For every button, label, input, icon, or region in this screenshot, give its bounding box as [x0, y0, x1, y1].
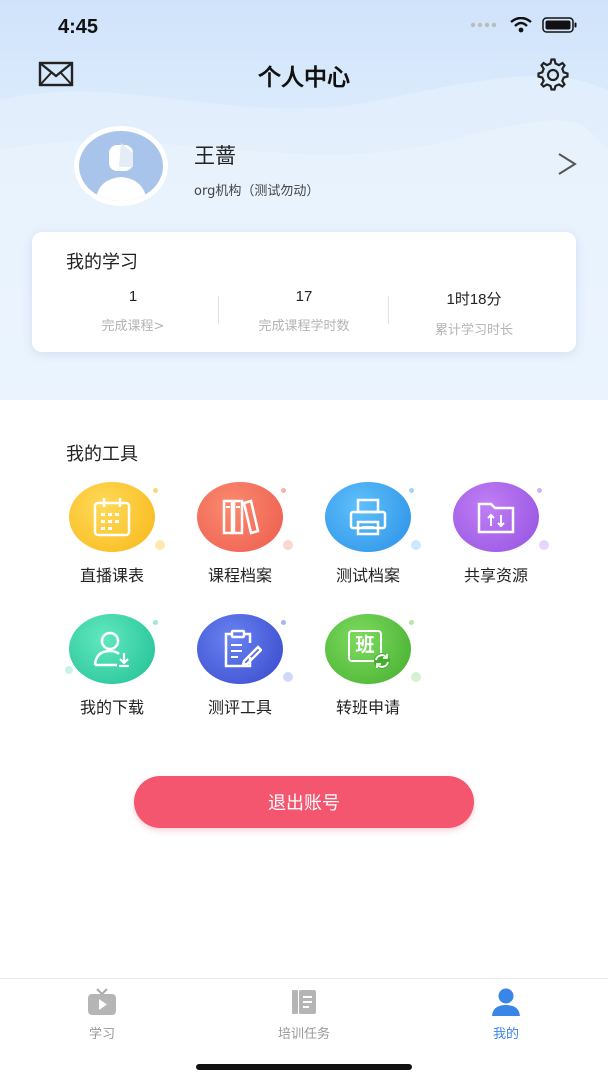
- tools-title: 我的工具: [66, 444, 138, 465]
- tool-my-downloads[interactable]: 我的下载: [52, 614, 172, 724]
- decor-dot: [409, 488, 414, 493]
- decor-dot: [539, 540, 549, 550]
- status-bar: 4:45: [0, 0, 608, 56]
- status-icons: [470, 16, 578, 34]
- class-transfer-icon: 班: [325, 614, 411, 684]
- books-icon: [197, 482, 283, 552]
- stat-course-hours: 17 完成课程学时数: [219, 288, 389, 334]
- decor-dot: [283, 672, 293, 682]
- wifi-icon: [510, 17, 532, 33]
- page-title: 个人中心: [258, 65, 350, 91]
- decor-dot: [537, 488, 542, 493]
- tab-training-tasks[interactable]: 培训任务: [244, 987, 364, 1042]
- tool-class-transfer[interactable]: 班 转班申请: [308, 614, 428, 724]
- stat-completed-courses[interactable]: 1 完成课程>: [48, 288, 218, 334]
- tool-live-schedule[interactable]: 直播课表: [52, 482, 172, 592]
- status-time: 4:45: [58, 16, 99, 38]
- calendar-icon: [69, 482, 155, 552]
- user-download-icon: [69, 614, 155, 684]
- decor-dot: [153, 620, 158, 625]
- tab-label: 学习: [88, 1027, 115, 1042]
- tab-mine[interactable]: 我的: [446, 987, 566, 1042]
- profile-section[interactable]: 王蔷 org机构（测试勿动）: [0, 122, 608, 212]
- tool-label: 测评工具: [207, 698, 272, 717]
- avatar[interactable]: [74, 126, 168, 206]
- my-study-card: 我的学习 1 完成课程> 17 完成课程学时数 1时18分 累计学习时长: [32, 232, 576, 352]
- stat-value: 1时18分: [446, 291, 502, 308]
- decor-dot: [281, 488, 286, 493]
- decor-dot: [155, 540, 165, 550]
- tab-study[interactable]: 学习: [42, 987, 162, 1042]
- logout-button[interactable]: 退出账号: [134, 776, 474, 828]
- user-name: 王蔷: [194, 144, 236, 168]
- tool-label: 课程档案: [207, 566, 272, 585]
- tool-test-archive[interactable]: 测试档案: [308, 482, 428, 592]
- tool-shared-resources[interactable]: 共享资源: [436, 482, 556, 592]
- study-title: 我的学习: [66, 252, 138, 273]
- printer-icon: [325, 482, 411, 552]
- tool-course-archive[interactable]: 课程档案: [180, 482, 300, 592]
- decor-dot: [65, 666, 73, 674]
- tool-evaluation[interactable]: 测评工具: [180, 614, 300, 724]
- tool-label: 测试档案: [335, 566, 400, 585]
- stat-value: 17: [295, 288, 313, 305]
- section-divider: [12, 372, 596, 373]
- gear-icon[interactable]: [536, 58, 570, 96]
- chevron-right-icon[interactable]: [556, 152, 578, 180]
- tab-label: 培训任务: [277, 1027, 330, 1042]
- stat-label: 完成课程学时数: [258, 319, 350, 334]
- battery-icon: [542, 17, 577, 33]
- signal-icon: [470, 22, 497, 28]
- decor-dot: [411, 672, 421, 682]
- tool-label: 我的下载: [79, 698, 144, 717]
- stat-value: 1: [128, 288, 138, 305]
- decor-dot: [281, 620, 286, 625]
- decor-dot: [409, 620, 414, 625]
- tab-label: 我的: [492, 1027, 519, 1042]
- tool-label: 转班申请: [335, 698, 400, 717]
- nav-bar: 个人中心: [0, 52, 608, 96]
- task-book-icon: [244, 987, 364, 1017]
- decor-dot: [411, 540, 421, 550]
- stat-label: 累计学习时长: [434, 323, 513, 338]
- tool-label: 共享资源: [463, 566, 528, 585]
- user-organization: org机构（测试勿动）: [194, 184, 320, 199]
- clipboard-icon: [197, 614, 283, 684]
- person-icon: [446, 987, 566, 1017]
- folder-icon: [453, 482, 539, 552]
- avatar-placeholder-icon: [95, 143, 147, 201]
- stat-study-duration: 1时18分 累计学习时长: [389, 288, 559, 338]
- home-indicator[interactable]: [196, 1064, 412, 1070]
- decor-dot: [153, 488, 158, 493]
- tool-label: 直播课表: [79, 566, 144, 585]
- decor-dot: [283, 540, 293, 550]
- stat-label[interactable]: 完成课程>: [48, 315, 218, 334]
- tv-icon: [42, 987, 162, 1017]
